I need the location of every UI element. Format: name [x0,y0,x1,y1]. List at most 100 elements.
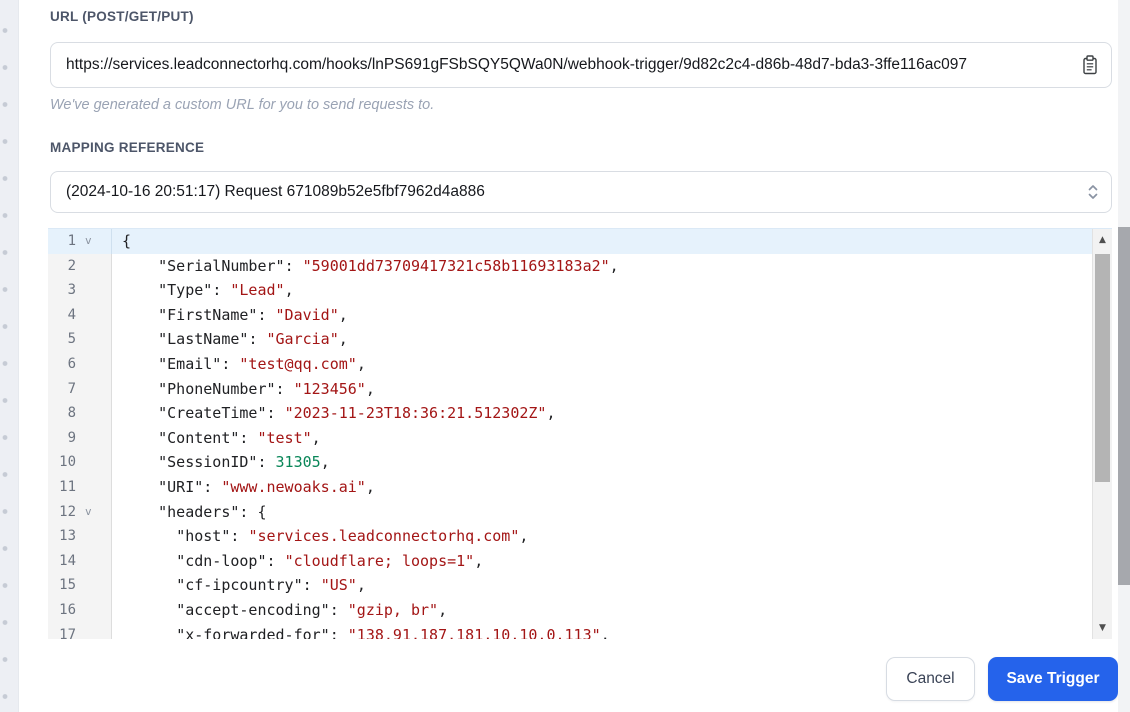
line-gutter: 11 [48,474,112,500]
line-number: 12 [59,503,76,520]
editor-lines[interactable]: 1 v{2 "SerialNumber": "59001dd73709417321… [48,229,1092,639]
line-gutter: 9 [48,425,112,451]
editor-line[interactable]: 14 "cdn-loop": "cloudflare; loops=1", [48,548,1092,574]
code-line-content: "accept-encoding": "gzip, br", [176,600,448,619]
editor-line[interactable]: 9 "Content": "test", [48,425,1092,451]
editor-line[interactable]: 7 "PhoneNumber": "123456", [48,376,1092,402]
editor-line[interactable]: 2 "SerialNumber": "59001dd73709417321c58… [48,253,1092,279]
editor-line[interactable]: 8 "CreateTime": "2023-11-23T18:36:21.512… [48,401,1092,426]
line-number: 14 [59,552,76,569]
code-line-content: "CreateTime": "2023-11-23T18:36:21.51230… [158,404,556,423]
up-down-chevrons-icon [1087,183,1099,202]
line-number: 13 [59,528,76,545]
copy-clipboard-icon[interactable] [1082,55,1098,75]
line-number: 16 [59,601,76,618]
code-line-content: "Content": "test", [158,428,321,447]
editor-line[interactable]: 13 "host": "services.leadconnectorhq.com… [48,524,1092,549]
code-line-content: "x-forwarded-for": "138.91.187.181,10.10… [176,625,610,640]
line-gutter: 6 [48,351,112,377]
code-line-content: "headers": { [158,502,267,521]
cancel-button[interactable]: Cancel [886,657,975,701]
page-scrollbar[interactable] [1118,0,1130,712]
code-line-content: "host": "services.leadconnectorhq.com", [176,527,529,546]
editor-scrollbar-thumb[interactable] [1095,254,1110,482]
line-gutter: 3 [48,278,112,303]
line-gutter: 7 [48,376,112,402]
line-number: 7 [67,380,76,397]
line-gutter: 17 [48,622,112,640]
editor-line[interactable]: 4 "FirstName": "David", [48,302,1092,328]
code-line-content: "FirstName": "David", [158,305,348,324]
line-gutter: 13 [48,524,112,549]
code-line-content: "PhoneNumber": "123456", [158,379,375,398]
editor-line[interactable]: 17 "x-forwarded-for": "138.91.187.181,10… [48,622,1092,640]
code-line-content: "SessionID": 31305, [158,453,330,472]
fold-arrow-icon[interactable]: v [76,229,111,254]
line-number: 15 [59,577,76,594]
line-number: 3 [67,282,76,299]
line-number: 1 [67,233,76,249]
line-number: 4 [67,306,76,323]
editor-line[interactable]: 10 "SessionID": 31305, [48,450,1092,475]
editor-line[interactable]: 16 "accept-encoding": "gzip, br", [48,597,1092,623]
canvas-dot-strip [0,0,19,712]
editor-line[interactable]: 15 "cf-ipcountry": "US", [48,573,1092,598]
code-line-content: "Email": "test@qq.com", [158,354,366,373]
line-number: 2 [67,257,76,274]
line-number: 5 [67,331,76,348]
editor-line[interactable]: 3 "Type": "Lead", [48,278,1092,303]
json-code-editor[interactable]: 1 v{2 "SerialNumber": "59001dd73709417321… [48,228,1112,639]
mapping-reference-select[interactable]: (2024-10-16 20:51:17) Request 671089b52e… [50,171,1112,213]
line-number: 8 [67,405,76,422]
save-trigger-button[interactable]: Save Trigger [988,657,1118,701]
fold-arrow-icon[interactable]: v [76,500,111,525]
code-line-content: "SerialNumber": "59001dd73709417321c58b1… [158,256,619,275]
line-gutter: 8 [48,401,112,426]
code-line-content: "cf-ipcountry": "US", [176,576,366,595]
line-number: 9 [67,429,76,446]
mapping-reference-label: MAPPING REFERENCE [50,140,205,155]
line-number: 17 [59,626,76,640]
editor-line[interactable]: 5 "LastName": "Garcia", [48,327,1092,352]
line-gutter: 12 v [48,499,112,525]
editor-line[interactable]: 6 "Email": "test@qq.com", [48,351,1092,377]
line-gutter: 14 [48,548,112,574]
code-line-content: { [122,232,132,250]
line-gutter: 10 [48,450,112,475]
url-label: URL (POST/GET/PUT) [50,9,194,24]
code-line-content: "LastName": "Garcia", [158,330,348,349]
line-gutter: 5 [48,327,112,352]
line-number: 11 [59,478,76,495]
editor-line[interactable]: 12 v "headers": { [48,499,1092,525]
code-line-content: "Type": "Lead", [158,281,294,300]
url-helper-text: We've generated a custom URL for you to … [50,97,435,113]
url-field-wrap [50,42,1112,88]
scroll-up-arrow-icon[interactable]: ▲ [1093,232,1112,248]
page-scrollbar-thumb[interactable] [1118,227,1130,585]
line-number: 10 [59,454,76,471]
webhook-url-input[interactable] [50,42,1112,88]
scroll-down-arrow-icon[interactable]: ▼ [1093,620,1112,636]
editor-line[interactable]: 11 "URI": "www.newoaks.ai", [48,474,1092,500]
line-gutter: 16 [48,597,112,623]
line-gutter: 1v [48,229,112,254]
editor-line[interactable]: 1 v { [48,229,1092,254]
line-gutter: 15 [48,573,112,598]
line-gutter: 4 [48,302,112,328]
line-gutter: 2 [48,253,112,279]
editor-scrollbar[interactable]: ▲ ▼ [1092,229,1112,639]
line-number: 6 [67,355,76,372]
